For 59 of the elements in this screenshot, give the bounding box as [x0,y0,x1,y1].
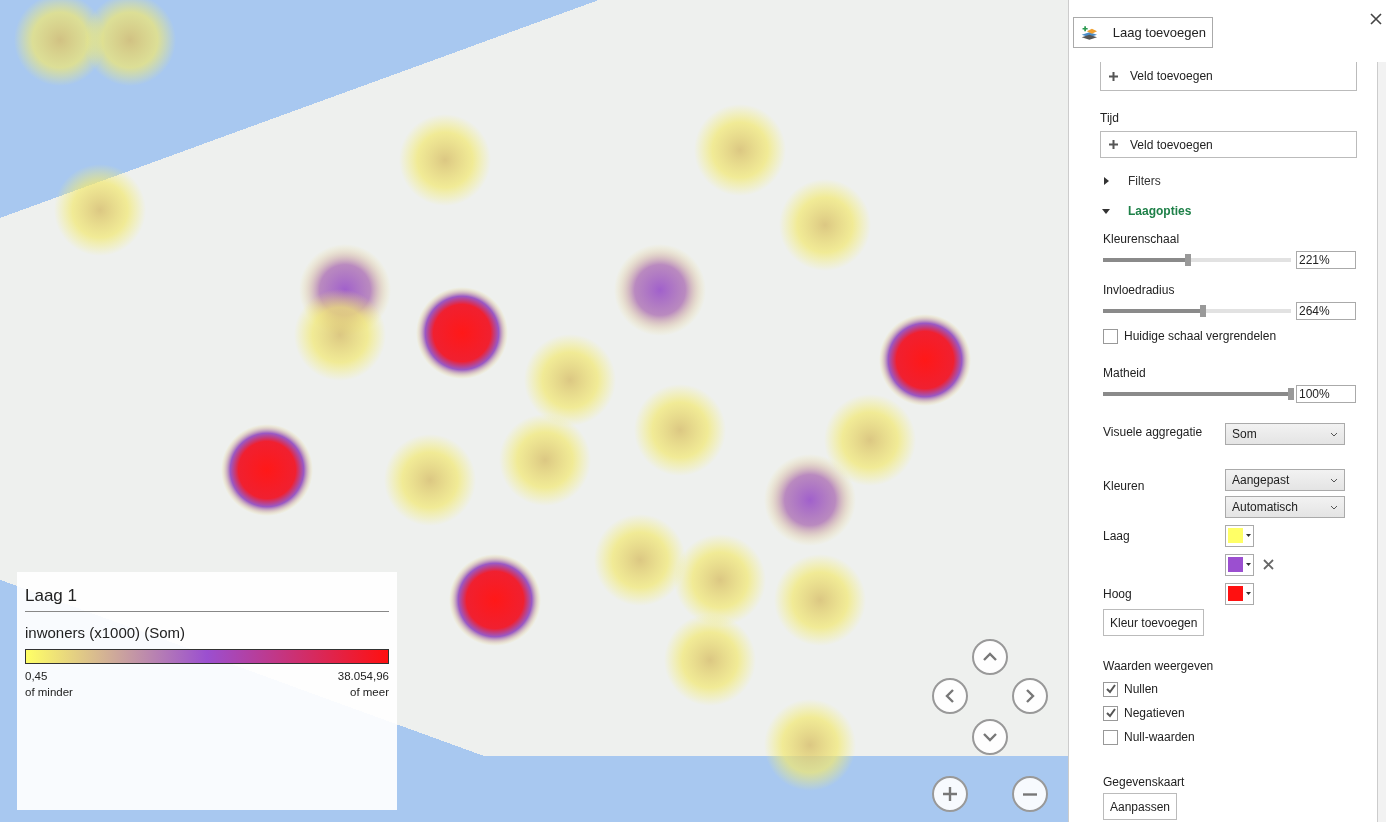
checkbox[interactable]: Nullen [1103,681,1159,697]
aggregation-dropdown[interactable]: Som [1225,423,1345,445]
color-stop-label: Hoog [1103,586,1132,601]
checkmark-icon [1104,707,1117,719]
colors-label: Kleuren [1103,478,1146,493]
plus-icon [941,785,959,803]
add-layer-button[interactable]: Laag toevoegen [1073,17,1213,48]
triangle-icon [1102,177,1110,185]
caret-icon [1246,534,1251,537]
data-card-label: Gegevenskaart [1103,775,1186,789]
checkbox[interactable]: Negatieven [1103,705,1185,721]
add-field-button[interactable]: Veld toevoegen [1100,131,1357,158]
remove-icon[interactable] [1263,559,1274,570]
field-label: Tijd [1100,111,1120,125]
left-arrow-button[interactable] [932,678,968,714]
add-color-button[interactable]: Kleur toevoegen [1103,609,1205,636]
color-scheme-dropdown[interactable]: Automatisch [1225,496,1345,518]
section-toggle[interactable]: Filters [1100,174,1356,188]
color-stop-label: Laag [1103,528,1130,543]
color-mode-dropdown[interactable]: Aangepast [1225,469,1345,491]
chevron-down-icon [1330,431,1338,437]
section-toggle[interactable]: Laagopties [1100,204,1356,218]
legend-min-value: 0,45 [25,669,49,684]
value-field[interactable]: 100% [1296,385,1356,403]
chevron-down-icon [1330,504,1338,510]
zoom-in-button[interactable] [932,776,968,812]
triangle-icon [1102,207,1110,215]
add-field-button[interactable]: Veld toevoegen [1100,62,1357,91]
color-picker[interactable] [1225,553,1254,576]
minus-icon [1023,792,1037,796]
slider-label: Kleurenschaal [1103,232,1181,246]
show-values-label: Waarden weergeven [1103,659,1215,673]
value-field[interactable]: 264% [1296,302,1356,320]
zoom-out-button[interactable] [1012,776,1048,812]
right-arrow-button[interactable] [1012,678,1048,714]
color-picker[interactable] [1225,524,1254,547]
up-arrow-button[interactable] [972,639,1008,675]
color-picker[interactable] [1225,582,1254,605]
legend-max-value: 38.054,96 [337,669,389,684]
close-icon[interactable] [1370,13,1382,25]
scrollbar[interactable] [1377,62,1386,822]
checkbox[interactable]: Huidige schaal vergrendelen [1103,328,1277,344]
checkbox[interactable]: Null-waarden [1103,729,1195,745]
chevron-down-icon [1330,477,1338,483]
plus-icon [1109,140,1118,149]
checkmark-icon [1104,683,1117,695]
caret-icon [1246,563,1251,566]
legend-max-note: of meer [349,685,389,700]
caret-icon [1246,592,1251,595]
value-field[interactable]: 221% [1296,251,1356,269]
plus-icon [1109,71,1118,81]
slider-label: Invloedradius [1103,283,1176,297]
legend-measure: inwoners (x1000) (Som) [25,624,187,641]
legend-min-note: of minder [25,685,73,700]
down-arrow-button[interactable] [972,719,1008,755]
slider-label: Matheid [1103,366,1147,380]
aggregation-label: Visuele aggregatie [1103,424,1204,441]
legend-title: Laag 1 [25,586,78,606]
customize-button[interactable]: Aanpassen [1103,793,1178,820]
